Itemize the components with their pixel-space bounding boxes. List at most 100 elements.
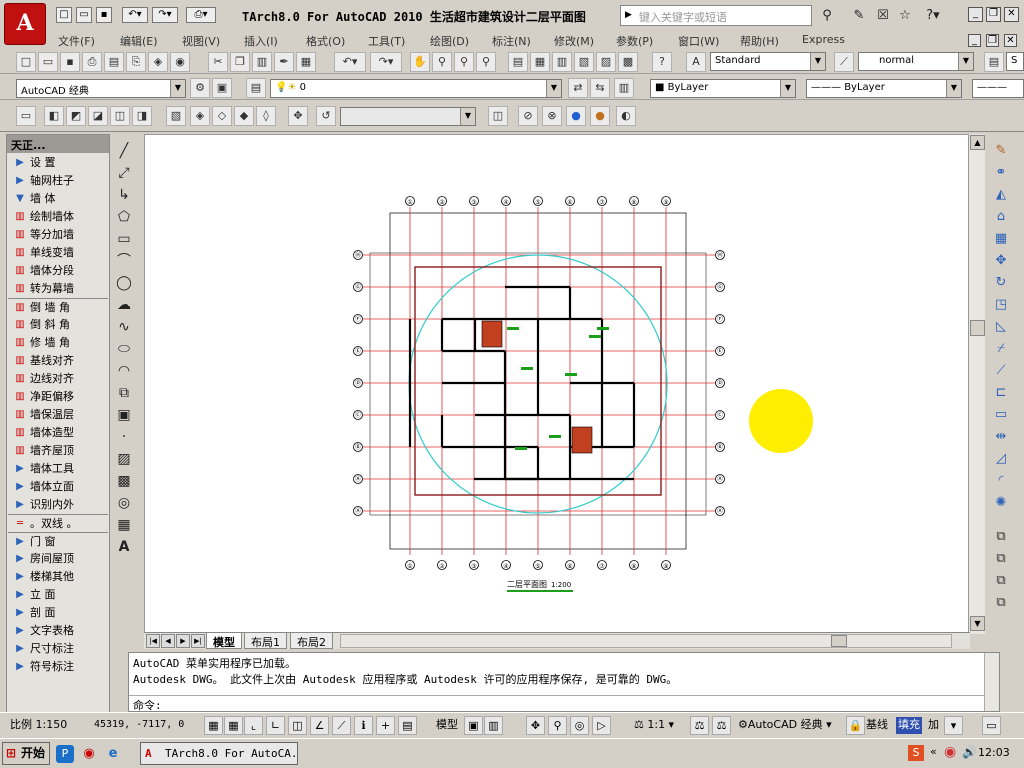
menu-modify[interactable]: 修改(M) [554,33,594,49]
color-select[interactable]: ■ ByLayer ▼ [650,79,796,98]
3d-move-icon[interactable]: ✥ [288,106,308,126]
ucs-icon[interactable]: ↺ [316,106,336,126]
tab-first-icon[interactable]: |◀ [146,634,160,648]
search-input[interactable]: ▶ 键入关键字或短语 [620,5,812,26]
workspace-icon[interactable]: ▣ [212,78,232,98]
scale-icon[interactable]: ◳ [990,296,1012,316]
annotation-visibility-icon[interactable]: ⚖ [690,716,709,735]
taskbar-app-button[interactable]: A TArch8.0 For AutoCA... [140,742,298,765]
tray-volume-icon[interactable]: 🔊 [962,745,977,759]
zoom-status-icon[interactable]: ⚲ [548,716,567,735]
favorites-icon[interactable]: ☆ [896,7,914,25]
help-toolbar-icon[interactable]: ? [652,52,672,72]
dim-style-icon[interactable]: ⟋ [834,52,854,72]
sphere-icon[interactable]: ◫ [110,106,130,126]
help-icon[interactable]: ?▾ [920,7,946,25]
circle-icon[interactable]: ◯ [114,274,134,294]
save-icon[interactable]: ▪ [96,7,112,23]
tray-expand-icon[interactable]: « [930,745,937,758]
stretch-icon[interactable]: ◺ [990,318,1012,338]
panel-item[interactable]: ▥ 墙齐屋顶 [8,442,108,460]
render-icon[interactable]: ◐ [616,106,636,126]
extend-icon[interactable]: ⟋ [990,362,1012,382]
restore-button[interactable]: ❐ [986,7,1001,22]
menu-insert[interactable]: 插入(I) [244,33,278,49]
copy-icon[interactable]: ❐ [230,52,250,72]
view-select[interactable]: ▼ [340,107,476,126]
markup-icon[interactable]: ▨ [596,52,616,72]
panel-item[interactable]: ▥ 墙保温层 [8,406,108,424]
panel-item[interactable]: ▶ 立 面 [8,586,108,604]
infer-constraints-icon[interactable]: ▦ [204,716,223,735]
workspace-settings-icon[interactable]: ⚙ [190,78,210,98]
panel-item[interactable]: ▶ 墙体立面 [8,478,108,496]
spline-icon[interactable]: ∿ [114,318,134,338]
zoom-previous-icon[interactable]: ⚲ [476,52,496,72]
undo-button-icon[interactable]: ↶▾ [334,52,366,72]
panel-item[interactable]: ▥ 单线变墙 [8,244,108,262]
doc-close-button[interactable]: ✕ [1004,34,1017,47]
panel-item[interactable]: ▶ 尺寸标注 [8,640,108,658]
join-icon[interactable]: ⇹ [990,428,1012,448]
gradient-icon[interactable]: ▩ [114,472,134,492]
polygon-icon[interactable]: ⬠ [114,208,134,228]
wedge-icon[interactable]: ◩ [66,106,86,126]
tab-next-icon[interactable]: ▶ [176,634,190,648]
panel-item[interactable]: ═ 。双线 。 [8,514,108,532]
design-center-icon[interactable]: ▦ [530,52,550,72]
3d-publish-icon[interactable]: ◈ [148,52,168,72]
save-file-icon[interactable]: ▪ [60,52,80,72]
polysolid-icon[interactable]: ▭ [16,106,36,126]
region-icon[interactable]: ◎ [114,494,134,514]
arc-icon[interactable]: ⌒ [114,252,134,272]
quicklaunch-player-icon[interactable]: ◉ [80,745,98,763]
cone-icon[interactable]: ◪ [88,106,108,126]
subtract-icon[interactable]: ◇ [212,106,232,126]
ellipse-icon[interactable]: ⬭ [114,340,134,360]
wireframe-icon[interactable]: ⊘ [518,106,538,126]
break-icon[interactable]: ▭ [990,406,1012,426]
union-icon[interactable]: ◈ [190,106,210,126]
rotate-icon[interactable]: ↻ [990,274,1012,294]
menu-express[interactable]: Express [802,33,845,46]
tab-model[interactable]: 模型 [206,633,242,649]
tray-antivirus-icon[interactable]: ◉ [944,744,962,762]
insert-block-icon[interactable]: ⧉ [114,384,134,404]
workspace-select[interactable]: AutoCAD 经典 ▼ [16,79,186,98]
dim-style-select[interactable]: normal ▼ [858,52,974,71]
print-preview-icon[interactable]: ▤ [104,52,124,72]
text-style-icon[interactable]: A [686,52,706,72]
sheet-set-manager-icon[interactable]: ▧ [574,52,594,72]
point-icon[interactable]: · [114,428,134,448]
draworder-below-icon[interactable]: ⧉ [990,594,1012,614]
workspace-switch[interactable]: ⚙AutoCAD 经典 ▾ [738,717,832,734]
drawing-canvas[interactable]: ① ① ② ② ③ ③ ④ ④ ⑤ ⑤ ⑥ ⑥ ⑦ ⑦ ⑧ ⑧ ⑨ ⑨ Ⓗ Ⓗ Ⓖ Ⓖ Ⓕ Ⓕ Ⓔ Ⓔ Ⓓ Ⓓ Ⓒ Ⓒ Ⓑ Ⓑ Ⓐ Ⓐ Ⓐ Ⓐ 二层平面… [144,134,970,634]
paste-icon[interactable]: ▥ [252,52,272,72]
table-style-select[interactable]: S [1006,52,1024,71]
wrench-icon[interactable]: ✎ [850,7,868,25]
doc-restore-button[interactable]: ❐ [986,34,999,47]
tab-layout2[interactable]: 布局2 [290,633,333,649]
scroll-down-icon[interactable]: ▼ [970,616,985,631]
minimize-button[interactable]: _ [968,7,983,22]
horizontal-scrollbar[interactable] [340,634,952,648]
baseline-toggle[interactable]: 基线 [866,717,888,734]
panel-item[interactable]: ▶ 符号标注 [8,658,108,676]
draworder-back-icon[interactable]: ⧉ [990,550,1012,570]
menu-window[interactable]: 窗口(W) [678,33,719,49]
panel-item[interactable]: ▥ 倒 墙 角 [8,298,108,316]
grid-icon[interactable]: ⌞ [244,716,263,735]
panel-item[interactable]: ▶ 房间屋顶 [8,550,108,568]
menu-draw[interactable]: 绘图(D) [430,33,469,49]
make-current-icon[interactable]: ⇄ [568,78,588,98]
panel-item[interactable]: ▥ 绘制墙体 [8,208,108,226]
break-point-icon[interactable]: ⊏ [990,384,1012,404]
linetype-select[interactable]: ——— ByLayer ▼ [806,79,962,98]
osnap-icon[interactable]: ∠ [310,716,329,735]
conceptual-icon[interactable]: ● [590,106,610,126]
layout-quick-icon[interactable]: ▣ [464,716,483,735]
annotation-scale[interactable]: ⚖ 1:1 ▾ [634,717,674,734]
close-x-icon[interactable]: ☒ [874,7,892,25]
offset-icon[interactable]: ⌂ [990,208,1012,228]
drawing-quick-icon[interactable]: ▥ [484,716,503,735]
